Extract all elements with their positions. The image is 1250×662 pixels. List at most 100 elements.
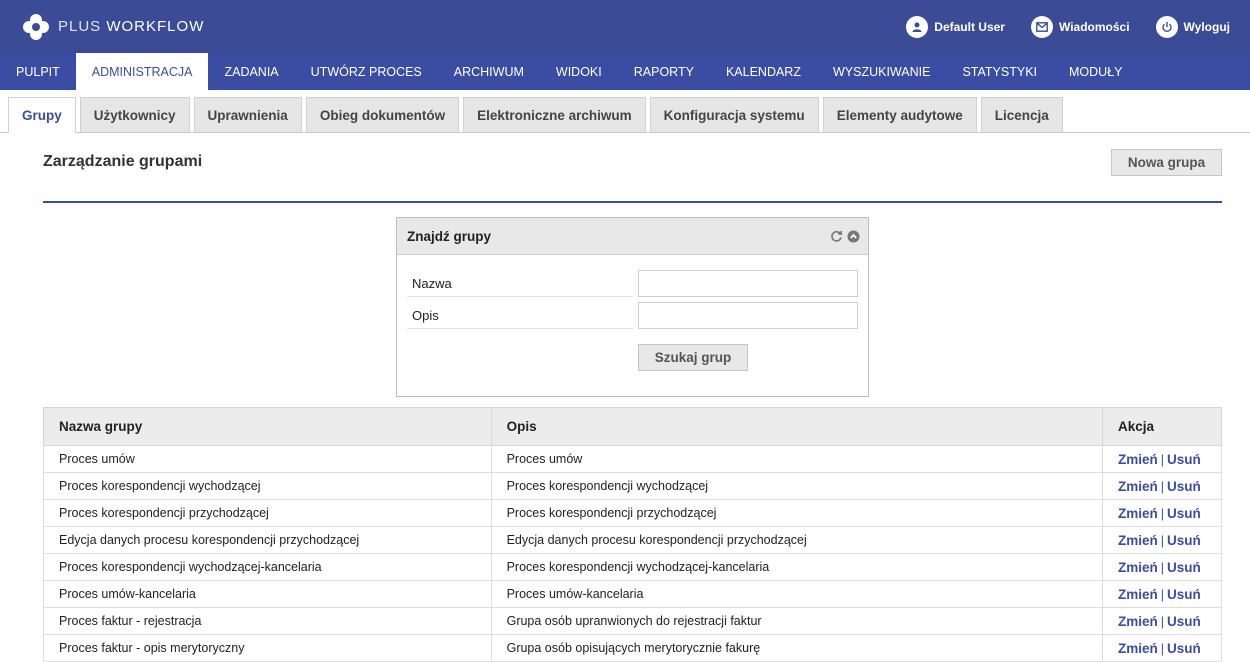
nav-zadania[interactable]: ZADANIA xyxy=(208,53,294,90)
sub-tabs: Grupy Użytkownicy Uprawnienia Obieg doku… xyxy=(0,90,1250,133)
tab-uprawnienia[interactable]: Uprawnienia xyxy=(193,97,302,132)
action-cell: Zmień | Usuń xyxy=(1102,580,1222,608)
action-cell: Zmień | Usuń xyxy=(1102,553,1222,581)
description-cell: Grupa osób opisujących merytorycznie fak… xyxy=(490,634,1104,662)
nav-wyszukiwanie[interactable]: WYSZUKIWANIE xyxy=(817,53,946,90)
groups-table: Nazwa grupy Opis Akcja Proces umów Proce… xyxy=(43,407,1222,662)
search-panel-title: Znajdź grupy xyxy=(407,228,491,244)
delete-link[interactable]: Usuń xyxy=(1167,479,1201,494)
edit-link[interactable]: Zmień xyxy=(1118,506,1158,521)
delete-link[interactable]: Usuń xyxy=(1167,452,1201,467)
edit-link[interactable]: Zmień xyxy=(1118,479,1158,494)
user-name: Default User xyxy=(934,19,1005,34)
delete-link[interactable]: Usuń xyxy=(1167,533,1201,548)
group-name-cell: Proces korespondencji przychodzącej xyxy=(43,499,492,527)
delete-link[interactable]: Usuń xyxy=(1167,587,1201,602)
group-name-cell: Proces korespondencji wychodzącej-kancel… xyxy=(43,553,492,581)
group-name-cell: Proces faktur - opis merytoryczny xyxy=(43,634,492,662)
delete-link[interactable]: Usuń xyxy=(1167,506,1201,521)
user-menu[interactable]: Default User xyxy=(906,15,1005,38)
action-separator: | xyxy=(1160,479,1165,494)
name-label: Nazwa xyxy=(407,270,633,297)
tab-grupy[interactable]: Grupy xyxy=(8,97,76,133)
description-cell: Proces korespondencji przychodzącej xyxy=(490,499,1104,527)
refresh-icon[interactable] xyxy=(830,230,843,243)
group-name-cell: Proces faktur - rejestracja xyxy=(43,607,492,635)
search-panel-header: Znajdź grupy xyxy=(397,218,868,255)
page-header: Zarządzanie grupami Nowa grupa xyxy=(43,133,1222,203)
new-group-button[interactable]: Nowa grupa xyxy=(1111,148,1222,176)
action-cell: Zmień | Usuń xyxy=(1102,526,1222,554)
logout-link[interactable]: Wyloguj xyxy=(1155,15,1230,38)
tab-konfiguracja-systemu[interactable]: Konfiguracja systemu xyxy=(649,97,819,132)
page-title: Zarządzanie grupami xyxy=(43,153,203,170)
action-cell: Zmień | Usuń xyxy=(1102,634,1222,662)
messages-link[interactable]: Wiadomości xyxy=(1030,15,1130,38)
tab-licencja[interactable]: Licencja xyxy=(980,97,1063,132)
description-cell: Proces korespondencji wychodzącej-kancel… xyxy=(490,553,1104,581)
edit-link[interactable]: Zmień xyxy=(1118,533,1158,548)
action-separator: | xyxy=(1160,533,1165,548)
nav-archiwum[interactable]: ARCHIWUM xyxy=(438,53,540,90)
power-icon xyxy=(1155,15,1178,38)
table-row: Proces korespondencji wychodzącej-kancel… xyxy=(43,553,1222,581)
group-name-cell: Proces umów-kancelaria xyxy=(43,580,492,608)
search-panel: Znajdź grupy Nazwa Opis Szukaj grup xyxy=(396,217,869,397)
edit-link[interactable]: Zmień xyxy=(1118,452,1158,467)
nav-kalendarz[interactable]: KALENDARZ xyxy=(710,53,817,90)
table-row: Proces umów-kancelaria Proces umów-kance… xyxy=(43,580,1222,608)
delete-link[interactable]: Usuń xyxy=(1167,641,1201,656)
group-name-cell: Edycja danych procesu korespondencji prz… xyxy=(43,526,492,554)
tab-elektroniczne-archiwum[interactable]: Elektroniczne archiwum xyxy=(463,97,646,132)
mail-icon xyxy=(1030,15,1053,38)
description-label: Opis xyxy=(407,302,633,329)
edit-link[interactable]: Zmień xyxy=(1118,614,1158,629)
nav-raporty[interactable]: RAPORTY xyxy=(618,53,710,90)
edit-link[interactable]: Zmień xyxy=(1118,587,1158,602)
description-input[interactable] xyxy=(638,302,858,329)
description-cell: Grupa osób upranwionych do rejestracji f… xyxy=(490,607,1104,635)
edit-link[interactable]: Zmień xyxy=(1118,641,1158,656)
action-cell: Zmień | Usuń xyxy=(1102,445,1222,473)
collapse-icon[interactable] xyxy=(847,230,860,243)
action-cell: Zmień | Usuń xyxy=(1102,499,1222,527)
table-header-row: Nazwa grupy Opis Akcja xyxy=(43,407,1222,446)
description-cell: Proces umów-kancelaria xyxy=(490,580,1104,608)
action-separator: | xyxy=(1160,587,1165,602)
table-row: Proces faktur - rejestracja Grupa osób u… xyxy=(43,607,1222,635)
nav-widoki[interactable]: WIDOKI xyxy=(540,53,618,90)
nav-administracja[interactable]: ADMINISTRACJA xyxy=(75,53,209,90)
delete-link[interactable]: Usuń xyxy=(1167,614,1201,629)
tab-uzytkownicy[interactable]: Użytkownicy xyxy=(79,97,190,132)
action-separator: | xyxy=(1160,641,1165,656)
logo[interactable]: PLUS WORKFLOW xyxy=(20,11,204,43)
table-row: Edycja danych procesu korespondencji prz… xyxy=(43,526,1222,554)
tab-elementy-audytowe[interactable]: Elementy audytowe xyxy=(822,97,977,132)
search-panel-tools xyxy=(830,230,860,243)
description-cell: Edycja danych procesu korespondencji prz… xyxy=(490,526,1104,554)
nav-moduly[interactable]: MODUŁY xyxy=(1053,53,1138,90)
logo-text: PLUS WORKFLOW xyxy=(58,18,205,35)
header-description[interactable]: Opis xyxy=(490,407,1104,446)
edit-link[interactable]: Zmień xyxy=(1118,560,1158,575)
action-separator: | xyxy=(1160,614,1165,629)
action-separator: | xyxy=(1160,560,1165,575)
table-row: Proces korespondencji wychodzącej Proces… xyxy=(43,472,1222,500)
name-input[interactable] xyxy=(638,270,858,297)
tab-obieg-dokumentow[interactable]: Obieg dokumentów xyxy=(305,97,460,132)
header-group-name[interactable]: Nazwa grupy xyxy=(43,407,492,446)
nav-pulpit[interactable]: PULPIT xyxy=(0,53,76,90)
action-separator: | xyxy=(1160,506,1165,521)
nav-statystyki[interactable]: STATYSTYKI xyxy=(946,53,1053,90)
user-icon xyxy=(906,15,929,38)
logout-label: Wyloguj xyxy=(1183,19,1230,34)
header-action: Akcja xyxy=(1102,407,1222,446)
table-row: Proces korespondencji przychodzącej Proc… xyxy=(43,499,1222,527)
logo-icon xyxy=(23,13,49,40)
messages-label: Wiadomości xyxy=(1058,19,1130,34)
user-bar: Default User Wiadomości Wyloguj xyxy=(906,15,1230,38)
action-cell: Zmień | Usuń xyxy=(1102,472,1222,500)
delete-link[interactable]: Usuń xyxy=(1167,560,1201,575)
search-groups-button[interactable]: Szukaj grup xyxy=(638,344,748,371)
nav-utworz-proces[interactable]: UTWÓRZ PROCES xyxy=(295,53,438,90)
